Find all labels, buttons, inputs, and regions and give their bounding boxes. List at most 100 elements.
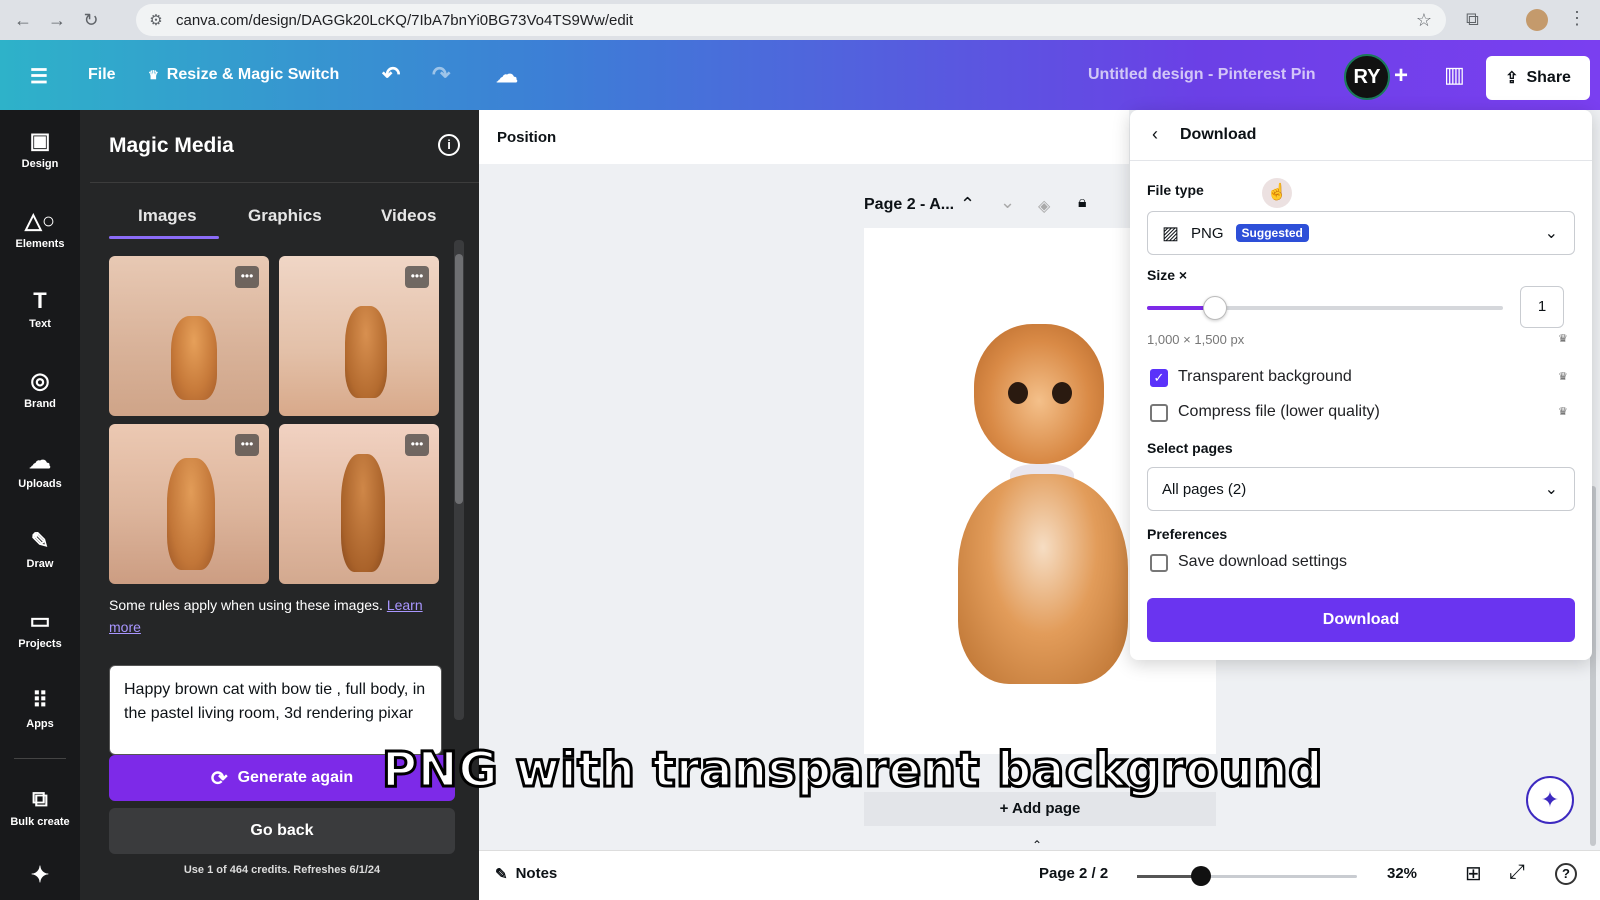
- info-icon[interactable]: i: [438, 134, 460, 156]
- select-pages-dropdown[interactable]: All pages (2) ⌄: [1147, 467, 1575, 511]
- resize-button[interactable]: ♛ Resize & Magic Switch: [148, 66, 339, 84]
- learn-more-link-2[interactable]: more: [109, 619, 141, 635]
- tab-videos[interactable]: Videos: [381, 206, 436, 226]
- rail-item-projects[interactable]: ▭ Projects: [0, 608, 80, 650]
- help-icon[interactable]: ?: [1555, 863, 1577, 885]
- forward-icon[interactable]: →: [40, 3, 74, 37]
- grid-view-icon[interactable]: ⊞: [1465, 861, 1482, 886]
- upload-icon: ⇪: [1505, 70, 1519, 87]
- bulk-create-icon: ⧉: [32, 786, 48, 811]
- notes-label: Notes: [515, 865, 558, 882]
- cat-head: [974, 324, 1104, 464]
- zoom-slider[interactable]: [1137, 866, 1357, 886]
- tab-graphics[interactable]: Graphics: [248, 206, 322, 226]
- redo-icon[interactable]: ↷: [432, 62, 450, 88]
- position-button[interactable]: Position: [497, 129, 556, 146]
- rail-item-text[interactable]: T Text: [0, 288, 80, 330]
- undo-icon[interactable]: ↶: [382, 62, 400, 88]
- rail-item-draw[interactable]: ✎ Draw: [0, 528, 80, 570]
- cat-figure: [167, 458, 215, 570]
- text-icon: T: [33, 288, 47, 313]
- file-menu[interactable]: File: [88, 66, 116, 84]
- uploads-icon: ☁: [29, 448, 51, 473]
- expand-notes-icon[interactable]: ⌃: [1032, 838, 1042, 852]
- page-label[interactable]: Page 2 - A...: [864, 196, 954, 214]
- cat-figure: [171, 316, 217, 400]
- notes-button[interactable]: ✎ Notes: [495, 865, 557, 883]
- magic-assistant-button[interactable]: ✦: [1526, 776, 1574, 824]
- extensions-icon[interactable]: ⧉: [1466, 9, 1479, 30]
- rules-text: Some rules apply when using these images…: [109, 594, 439, 638]
- zoom-percentage[interactable]: 32%: [1387, 865, 1417, 882]
- back-arrow-icon[interactable]: ‹: [1152, 124, 1158, 145]
- reload-icon[interactable]: ↻: [74, 3, 108, 37]
- lock-icon[interactable]: 🔒︎: [1078, 194, 1087, 212]
- transparent-bg-checkbox[interactable]: ✓: [1150, 369, 1168, 387]
- chevron-up-icon[interactable]: ⌃: [960, 194, 975, 215]
- bookmark-star-icon[interactable]: ☆: [1416, 10, 1432, 31]
- avatar[interactable]: RY: [1344, 54, 1390, 100]
- chevron-down-icon[interactable]: ⌄: [1000, 192, 1015, 213]
- address-bar[interactable]: ⚙ canva.com/design/DAGGk20LcKQ/7IbA7bnYi…: [136, 4, 1446, 36]
- compress-label[interactable]: Compress file (lower quality): [1178, 403, 1380, 421]
- rail-item-elements[interactable]: △○ Elements: [0, 208, 80, 250]
- generate-again-label: Generate again: [237, 769, 354, 786]
- rail-item-apps[interactable]: ⠿ Apps: [0, 688, 80, 730]
- go-back-button[interactable]: Go back: [109, 808, 455, 854]
- generated-image-1[interactable]: •••: [109, 256, 269, 416]
- rail-label: Draw: [26, 558, 54, 570]
- design-title[interactable]: Untitled design - Pinterest Pin: [1088, 66, 1316, 84]
- bottom-bar: ✎ Notes Page 2 / 2 32% ⊞ ⤢ ?: [479, 850, 1600, 900]
- size-input[interactable]: 1: [1520, 286, 1564, 328]
- share-button[interactable]: ⇪ Share: [1486, 56, 1590, 100]
- add-collaborator-icon[interactable]: +: [1394, 62, 1408, 90]
- video-caption: PNG with transparent background: [381, 741, 1324, 800]
- more-options-icon[interactable]: •••: [235, 266, 259, 288]
- hide-icon[interactable]: ◈: [1038, 196, 1050, 216]
- menu-icon[interactable]: ☰: [30, 64, 48, 89]
- cloud-saved-icon[interactable]: ☁: [496, 62, 518, 88]
- more-options-icon[interactable]: •••: [405, 434, 429, 456]
- page-counter[interactable]: Page 2 / 2: [1039, 865, 1108, 882]
- rail-item-design[interactable]: ▣ Design: [0, 128, 80, 170]
- tab-images[interactable]: Images: [138, 206, 197, 226]
- browser-menu-icon[interactable]: ⋮: [1568, 8, 1586, 29]
- zoom-slider-thumb[interactable]: [1191, 866, 1211, 886]
- generated-image-2[interactable]: •••: [279, 256, 439, 416]
- chevron-down-icon: ⌄: [1544, 225, 1558, 242]
- site-settings-icon[interactable]: ⚙: [136, 11, 176, 29]
- generated-image-4[interactable]: •••: [279, 424, 439, 584]
- size-slider[interactable]: [1147, 296, 1503, 320]
- download-header-divider: [1130, 160, 1592, 161]
- size-label: Size ×: [1147, 267, 1188, 283]
- back-icon[interactable]: ←: [6, 3, 40, 37]
- fullscreen-icon[interactable]: ⤢: [1509, 861, 1525, 884]
- generated-image-3[interactable]: •••: [109, 424, 269, 584]
- rail-label: Text: [29, 318, 51, 330]
- insights-icon[interactable]: ▥: [1444, 62, 1465, 88]
- download-button[interactable]: Download: [1147, 598, 1575, 642]
- browser-toolbar: ← → ↻ ⚙ canva.com/design/DAGGk20LcKQ/7Ib…: [0, 0, 1600, 40]
- save-settings-checkbox[interactable]: [1150, 554, 1168, 572]
- save-settings-label[interactable]: Save download settings: [1178, 553, 1347, 571]
- learn-more-link[interactable]: Learn: [387, 597, 423, 613]
- image-icon: ▨: [1162, 222, 1180, 243]
- compress-checkbox[interactable]: [1150, 404, 1168, 422]
- rail-item-bulk-create[interactable]: ⧉ Bulk create: [0, 786, 80, 828]
- panel-scroll-thumb[interactable]: [455, 254, 463, 504]
- magic-edit-icon[interactable]: ✦: [0, 862, 80, 892]
- cat-eye-left: [1008, 382, 1028, 404]
- size-slider-thumb[interactable]: [1203, 296, 1227, 320]
- cat-image[interactable]: [946, 324, 1136, 684]
- crown-icon: ♛: [1558, 406, 1568, 418]
- panel-scrollbar[interactable]: [454, 240, 464, 720]
- transparent-bg-label[interactable]: Transparent background: [1178, 368, 1352, 386]
- rail-item-uploads[interactable]: ☁ Uploads: [0, 448, 80, 490]
- more-options-icon[interactable]: •••: [405, 266, 429, 288]
- file-type-select[interactable]: ▨ PNG Suggested ⌄: [1147, 211, 1575, 255]
- profile-icon[interactable]: [1526, 9, 1548, 31]
- apps-icon: ⠿: [31, 688, 49, 713]
- more-options-icon[interactable]: •••: [235, 434, 259, 456]
- rail-item-brand[interactable]: ◎ Brand: [0, 368, 80, 410]
- rail-label: Elements: [15, 238, 65, 250]
